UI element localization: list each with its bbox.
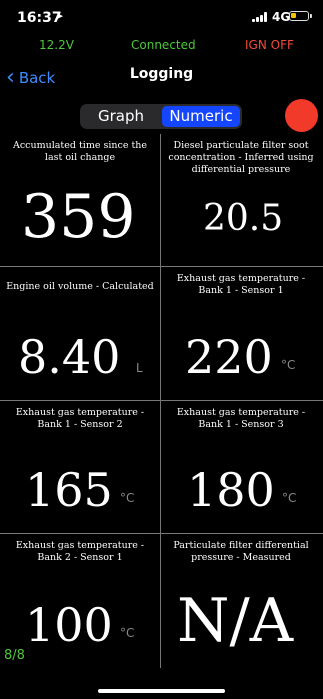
reading-tile[interactable]: Engine oil volume - Calculated 8.40 L — [0, 267, 160, 400]
reading-value: N/A — [177, 586, 294, 656]
reading-value: 8.40 — [18, 330, 121, 384]
page-indicator: 8/8 — [4, 648, 25, 663]
home-indicator — [98, 689, 225, 693]
view-mode-segmented-control: Graph Numeric — [80, 104, 242, 129]
reading-unit: °C — [282, 491, 297, 505]
reading-label: Exhaust gas temperature - Bank 2 - Senso… — [15, 540, 145, 563]
reading-label: Exhaust gas temperature - Bank 1 - Senso… — [15, 407, 145, 430]
reading-tile[interactable]: Accumulated time since the last oil chan… — [0, 134, 160, 267]
location-arrow-icon: ➤ — [56, 12, 64, 22]
connection-info-bar: 12.2V Connected IGN OFF — [0, 38, 323, 54]
reading-tile[interactable]: Particulate filter differential pressure… — [161, 534, 321, 667]
reading-unit: L — [136, 361, 143, 375]
reading-value: 20.5 — [203, 198, 284, 239]
reading-tile[interactable]: Exhaust gas temperature - Bank 1 - Senso… — [161, 401, 321, 534]
reading-label: Engine oil volume - Calculated — [6, 281, 154, 292]
connection-status: Connected — [131, 38, 196, 52]
reading-tile[interactable]: Diesel particulate filter soot concentra… — [161, 134, 321, 267]
reading-value: 180 — [187, 463, 275, 517]
reading-tile[interactable]: Exhaust gas temperature - Bank 1 - Senso… — [161, 267, 321, 400]
reading-unit: °C — [120, 626, 135, 640]
reading-unit: °C — [281, 358, 296, 372]
reading-value: 220 — [185, 330, 273, 384]
reading-label: Accumulated time since the last oil chan… — [12, 140, 148, 163]
readings-grid: Accumulated time since the last oil chan… — [0, 134, 323, 668]
network-type: 4G — [272, 10, 291, 24]
reading-value: 165 — [25, 463, 113, 517]
reading-label: Exhaust gas temperature - Bank 1 - Senso… — [176, 407, 306, 430]
page-title: Logging — [129, 66, 194, 82]
reading-label: Diesel particulate filter soot concentra… — [168, 140, 314, 175]
reading-label: Exhaust gas temperature - Bank 1 - Senso… — [176, 273, 306, 296]
battery-voltage: 12.2V — [39, 38, 74, 52]
reading-unit: °C — [120, 491, 135, 505]
status-bar: 16:37 ➤ 4G — [0, 0, 323, 36]
clock: 16:37 — [17, 10, 62, 26]
reading-value: 359 — [21, 182, 136, 252]
cellular-signal-icon — [252, 12, 270, 22]
reading-value: 100 — [25, 598, 113, 652]
reading-label: Particulate filter differential pressure… — [173, 540, 309, 563]
navigation-bar: ‹ Back Logging — [0, 60, 323, 92]
reading-tile[interactable]: Exhaust gas temperature - Bank 1 - Senso… — [0, 401, 160, 534]
segment-numeric[interactable]: Numeric — [162, 106, 240, 127]
battery-icon — [289, 11, 312, 21]
record-button[interactable] — [285, 99, 318, 132]
ignition-status: IGN OFF — [245, 38, 294, 52]
segment-graph[interactable]: Graph — [82, 106, 160, 127]
